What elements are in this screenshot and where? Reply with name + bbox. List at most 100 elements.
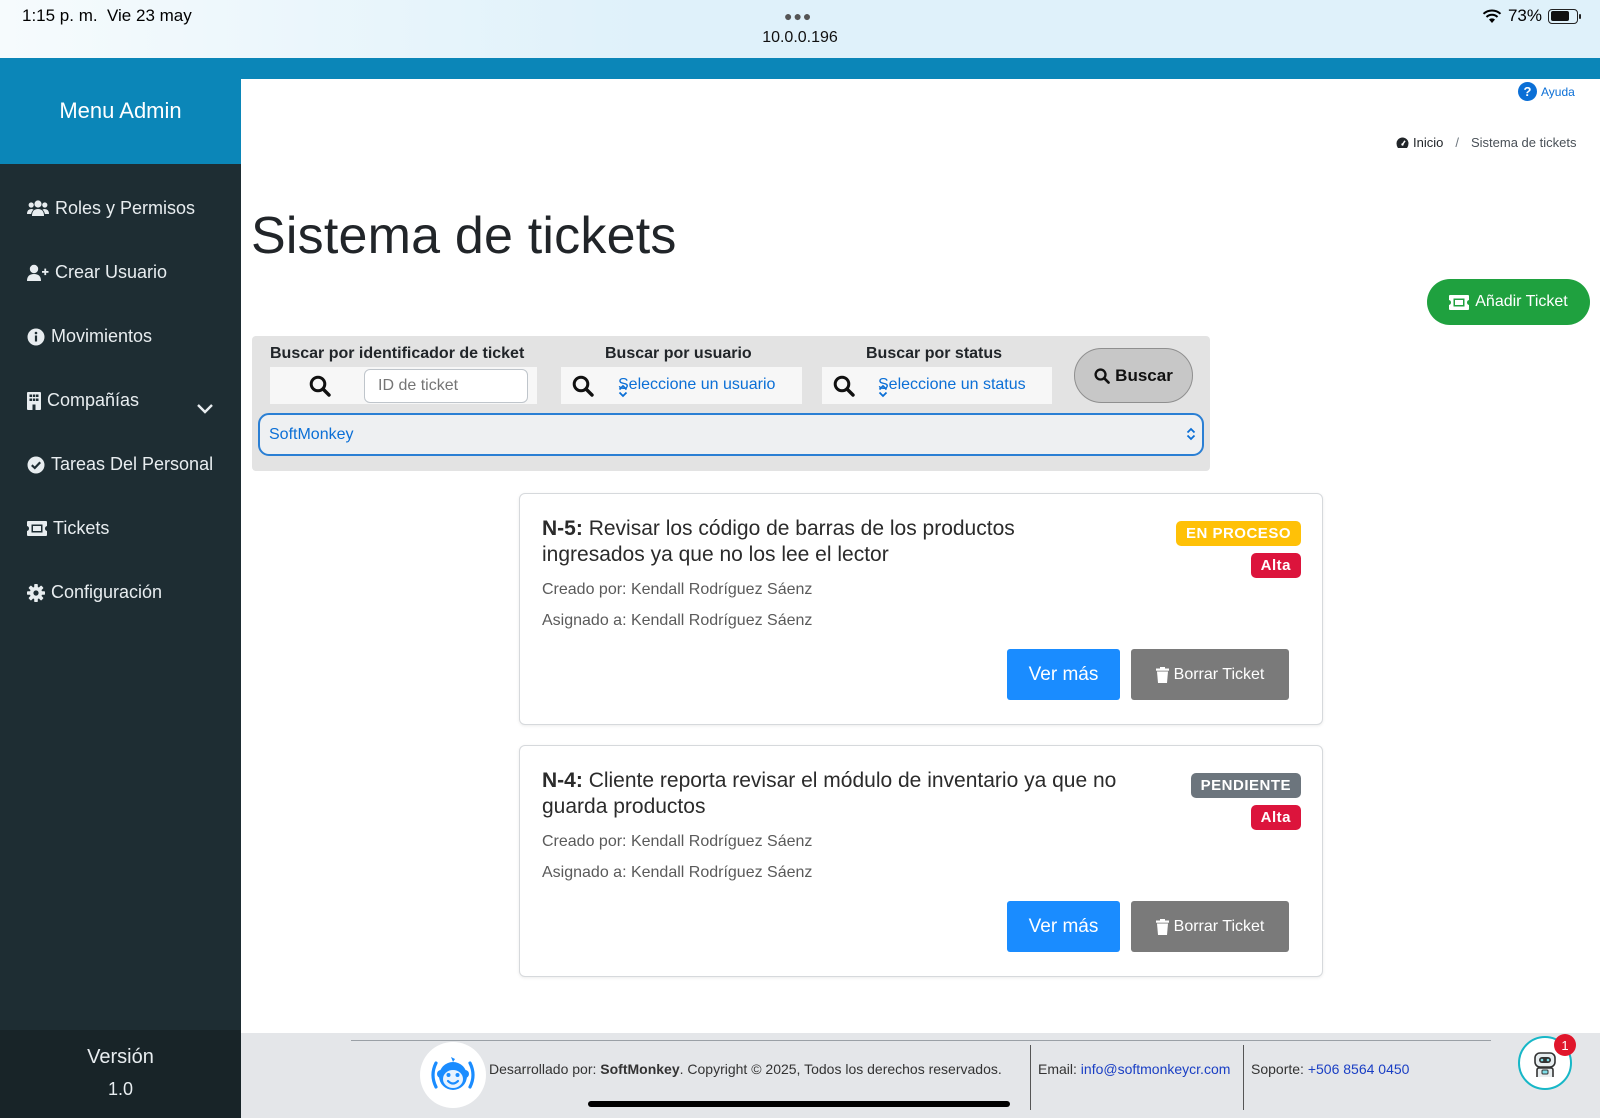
sidebar-item-movimientos[interactable]: Movimientos [27, 326, 152, 347]
status-select-text: Seleccione un status [878, 376, 1026, 393]
gear-icon [27, 583, 45, 602]
company-select-value: SoftMonkey [269, 425, 354, 443]
footer-divider [1030, 1045, 1031, 1110]
sidebar-item-tareas[interactable]: Tareas Del Personal [27, 454, 213, 475]
search-icon [1094, 367, 1111, 384]
filter-panel: Buscar por identificador de ticket Busca… [252, 336, 1210, 471]
footer-divider [1243, 1045, 1244, 1110]
sidebar-item-crear-usuario[interactable]: Crear Usuario [27, 262, 167, 283]
chevron-down-icon[interactable] [196, 403, 214, 414]
ticket-id-input[interactable] [364, 369, 528, 403]
ticket-code: N-4 [542, 769, 576, 792]
browser-url[interactable]: 10.0.0.196 [740, 29, 860, 47]
user-filter-select[interactable]: Seleccione un usuario [561, 367, 802, 404]
home-indicator [588, 1101, 1010, 1107]
page-title: Sistema de tickets [251, 207, 677, 265]
users-icon [27, 200, 49, 216]
updown-arrows-icon [618, 384, 628, 398]
footer-email-label: Email: [1038, 1061, 1081, 1077]
status-select-value: Seleccione un status [878, 376, 1026, 398]
ticket-title: N-5: Revisar los código de barras de los… [542, 517, 1015, 566]
ticket-title-line1: Revisar los código de barras de los prod… [588, 517, 1015, 540]
breadcrumb: Inicio / Sistema de tickets [1396, 135, 1576, 150]
status-filter-label: Buscar por status [866, 345, 1003, 362]
delete-ticket-button[interactable]: Borrar Ticket [1131, 649, 1289, 700]
multitask-dots-icon[interactable]: ●●● [784, 8, 812, 24]
status-badge: PENDIENTE [1190, 773, 1301, 798]
user-filter-label: Buscar por usuario [605, 345, 752, 362]
footer-email-link[interactable]: info@softmonkeycr.com [1081, 1061, 1231, 1077]
question-icon: ? [1518, 82, 1537, 101]
sidebar-item-tickets[interactable]: Tickets [27, 518, 109, 539]
dashboard-icon [1396, 137, 1409, 148]
ticket-title: N-4: Cliente reporta revisar el módulo d… [542, 769, 1117, 818]
trash-icon [1155, 666, 1169, 683]
help-label: Ayuda [1541, 84, 1575, 99]
sidebar-item-label: Roles y Permisos [55, 198, 196, 218]
footer-email: Email: info@softmonkeycr.com [1038, 1061, 1230, 1077]
footer-copyright: Desarrollado por: SoftMonkey. Copyright … [489, 1061, 1002, 1077]
priority-badge: Alta [1250, 553, 1301, 578]
ticket-title-line2: guarda productos [542, 795, 706, 818]
check-circle-icon [27, 456, 45, 473]
search-icon [833, 375, 855, 397]
ticket-card: N-5: Revisar los código de barras de los… [519, 493, 1323, 725]
monkey-logo-icon [431, 1057, 475, 1090]
assigned-to: Asignado a: Kendall Rodríguez Sáenz [542, 864, 813, 881]
status-indicators: 73% [1482, 6, 1581, 26]
sidebar: Menu Admin Roles y Permisos Crear Usuari… [0, 58, 241, 1118]
updown-arrows-icon [1186, 427, 1196, 441]
add-ticket-button[interactable]: Añadir Ticket [1427, 279, 1590, 325]
top-bar [241, 58, 1600, 79]
info-circle-icon [27, 328, 45, 345]
version-number: 1.0 [107, 1079, 134, 1099]
building-icon [27, 391, 41, 410]
status-badge: EN PROCESO [1175, 521, 1301, 546]
battery-icon [1548, 8, 1581, 24]
add-ticket-label: Añadir Ticket [1475, 293, 1568, 310]
priority-badge: Alta [1250, 805, 1301, 830]
user-select-text: Seleccione un usuario [618, 376, 776, 393]
sidebar-item-label: Movimientos [51, 326, 153, 346]
ticket-title-line1: Cliente reporta revisar el módulo de inv… [588, 769, 1117, 792]
search-button-label: Buscar [1115, 365, 1173, 385]
sidebar-item-roles[interactable]: Roles y Permisos [27, 198, 195, 219]
delete-ticket-label: Borrar Ticket [1173, 665, 1265, 683]
assigned-to: Asignado a: Kendall Rodríguez Sáenz [542, 612, 813, 629]
search-icon [572, 375, 594, 397]
robot-icon [1534, 1052, 1556, 1077]
status-time: 1:15 p. m. [22, 6, 98, 25]
help-link[interactable]: ? Ayuda [1518, 82, 1575, 101]
search-button[interactable]: Buscar [1074, 348, 1193, 403]
user-select-value: Seleccione un usuario [618, 376, 776, 398]
id-filter-label: Buscar por identificador de ticket [270, 345, 525, 362]
softmonkey-logo [420, 1042, 486, 1108]
sidebar-item-configuracion[interactable]: Configuración [27, 582, 162, 603]
footer-dev-prefix: Desarrollado por: [489, 1061, 601, 1077]
view-more-button[interactable]: Ver más [1007, 649, 1120, 700]
sidebar-item-label: Compañías [47, 390, 140, 410]
footer-phone-link[interactable]: +506 8564 0450 [1308, 1061, 1410, 1077]
sidebar-item-companias[interactable]: Compañías [27, 390, 139, 411]
company-select[interactable]: SoftMonkey [258, 413, 1204, 456]
user-plus-icon [27, 264, 49, 281]
footer-divider-line [351, 1040, 1491, 1041]
updown-arrows-icon [878, 384, 888, 398]
ticket-card: N-4: Cliente reporta revisar el módulo d… [519, 745, 1323, 977]
sidebar-item-label: Tickets [53, 518, 110, 538]
sidebar-item-label: Crear Usuario [55, 262, 168, 282]
status-filter-select[interactable]: Seleccione un status [822, 367, 1052, 404]
sidebar-version: Versión 1.0 [0, 1030, 241, 1118]
breadcrumb-home[interactable]: Inicio [1413, 135, 1443, 150]
breadcrumb-separator: / [1455, 135, 1459, 150]
delete-ticket-button[interactable]: Borrar Ticket [1131, 901, 1289, 952]
ticket-code: N-5 [542, 517, 576, 540]
ticket-title-line2: ingresados ya que no los lee el lector [542, 543, 889, 566]
version-label: Versión [87, 1046, 154, 1068]
ticket-icon [1449, 294, 1470, 310]
view-more-button[interactable]: Ver más [1007, 901, 1120, 952]
sidebar-item-label: Tareas Del Personal [51, 454, 214, 474]
ticket-icon [27, 521, 47, 536]
footer-dev-name: SoftMonkey [600, 1061, 680, 1077]
notification-badge: 1 [1554, 1034, 1576, 1056]
